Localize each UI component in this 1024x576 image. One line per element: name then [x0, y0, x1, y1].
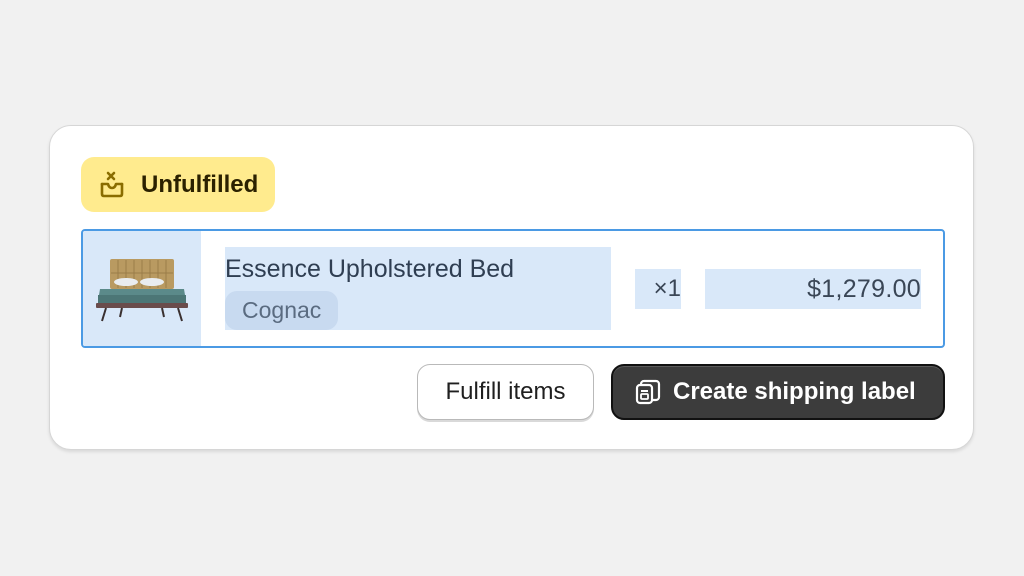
create-shipping-label-button[interactable]: Create shipping label	[611, 364, 945, 420]
product-title[interactable]: Essence Upholstered Bed	[225, 255, 514, 284]
unfulfilled-status-badge: Unfulfilled	[81, 157, 276, 212]
create-shipping-label-text: Create shipping label	[673, 378, 916, 405]
fulfillment-card: Unfulfilled Essence Upholstered Bed Cogn…	[49, 125, 974, 450]
product-image[interactable]	[83, 231, 201, 346]
line-item-info: Essence Upholstered Bed Cognac	[225, 247, 611, 330]
fulfill-items-button[interactable]: Fulfill items	[417, 364, 594, 420]
quantity: ×1	[635, 269, 681, 309]
unfulfilled-box-icon	[97, 170, 127, 200]
status-label: Unfulfilled	[141, 170, 259, 198]
line-item-price: $1,279.00	[705, 269, 921, 309]
bed-icon	[96, 258, 188, 321]
fulfill-items-label: Fulfill items	[445, 378, 566, 405]
shipping-label-icon	[635, 379, 661, 405]
variant-badge: Cognac	[225, 291, 339, 330]
line-item-row[interactable]: Essence Upholstered Bed Cognac ×1 $1,279…	[81, 229, 945, 348]
